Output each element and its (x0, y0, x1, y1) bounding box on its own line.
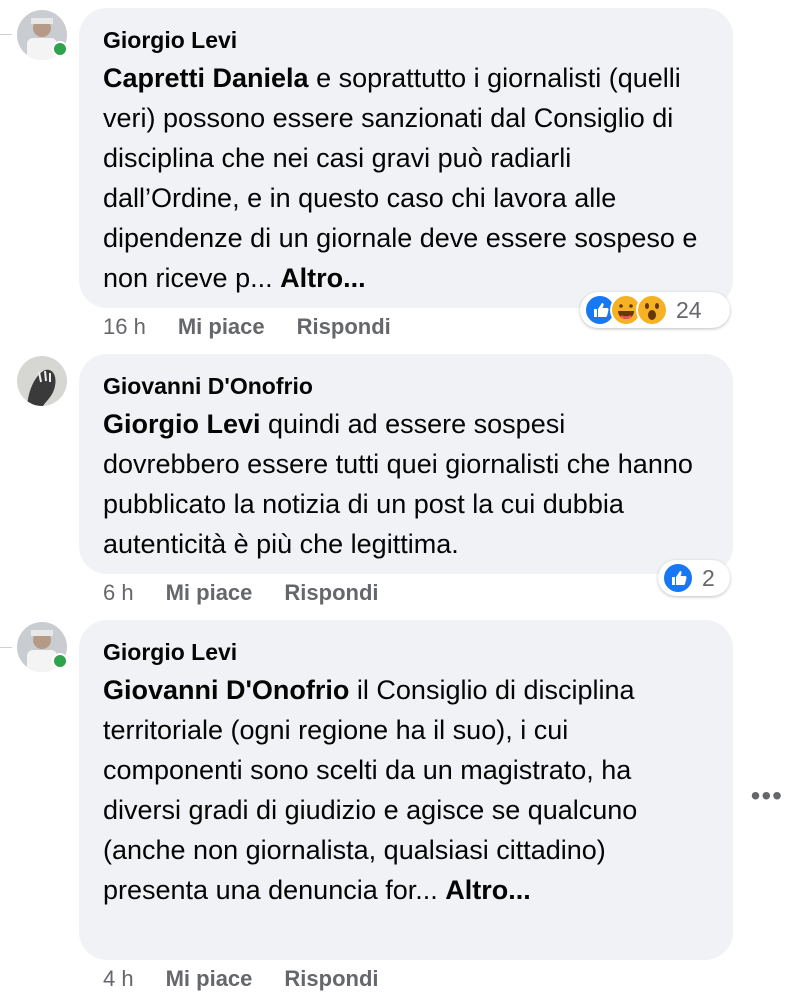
reply-button[interactable]: Rispondi (297, 314, 391, 340)
reaction-count: 2 (702, 564, 715, 591)
comment-text: Giovanni D'Onofrio il Consiglio di disci… (103, 670, 709, 910)
see-more-link[interactable]: Altro... (445, 875, 531, 905)
comment-bubble: Giorgio Levi Giovanni D'Onofrio il Consi… (79, 620, 733, 960)
comment-body: il Consiglio di disciplina territoriale … (103, 675, 638, 905)
reply-button[interactable]: Rispondi (284, 580, 378, 606)
reactions-summary[interactable]: 24 (580, 292, 730, 328)
comment-author[interactable]: Giorgio Levi (103, 26, 709, 54)
mention-link[interactable]: Giovanni D'Onofrio (103, 675, 349, 705)
like-button[interactable]: Mi piace (178, 314, 265, 340)
comment-bubble: Giorgio Levi Capretti Daniela e soprattu… (79, 8, 733, 308)
wow-reaction-icon (636, 294, 668, 326)
comment-text: Giorgio Levi quindi ad essere sospesi do… (103, 404, 709, 564)
comment-time[interactable]: 16 h (103, 314, 146, 340)
comment-actions: 6 h Mi piace Rispondi (103, 580, 379, 606)
avatar[interactable] (17, 10, 68, 60)
avatar-image (17, 356, 67, 406)
like-reaction-icon (662, 562, 694, 594)
comment-time[interactable]: 6 h (103, 580, 134, 606)
comment-author[interactable]: Giorgio Levi (103, 638, 709, 666)
like-button[interactable]: Mi piace (166, 580, 253, 606)
reaction-count: 24 (676, 296, 702, 323)
thread-line (0, 34, 12, 35)
more-options-icon[interactable]: ••• (751, 780, 783, 812)
thread-line (0, 647, 12, 648)
mention-link[interactable]: Capretti Daniela (103, 63, 309, 93)
comment-body: e soprattutto i giornalisti (quelli veri… (103, 63, 698, 293)
reply-button[interactable]: Rispondi (284, 966, 378, 992)
online-status-icon (52, 41, 68, 57)
avatar[interactable] (17, 622, 68, 672)
comment-time[interactable]: 4 h (103, 966, 134, 992)
comment-bubble: Giovanni D'Onofrio Giorgio Levi quindi a… (79, 354, 733, 574)
like-button[interactable]: Mi piace (166, 966, 253, 992)
avatar[interactable] (17, 356, 67, 406)
comment-author[interactable]: Giovanni D'Onofrio (103, 372, 709, 400)
comment-actions: 16 h Mi piace Rispondi (103, 314, 391, 340)
reactions-summary[interactable]: 2 (658, 560, 730, 596)
mention-link[interactable]: Giorgio Levi (103, 409, 261, 439)
comment-actions: 4 h Mi piace Rispondi (103, 966, 379, 992)
see-more-link[interactable]: Altro... (280, 263, 366, 293)
comment-text: Capretti Daniela e soprattutto i giornal… (103, 58, 709, 298)
online-status-icon (52, 653, 68, 669)
